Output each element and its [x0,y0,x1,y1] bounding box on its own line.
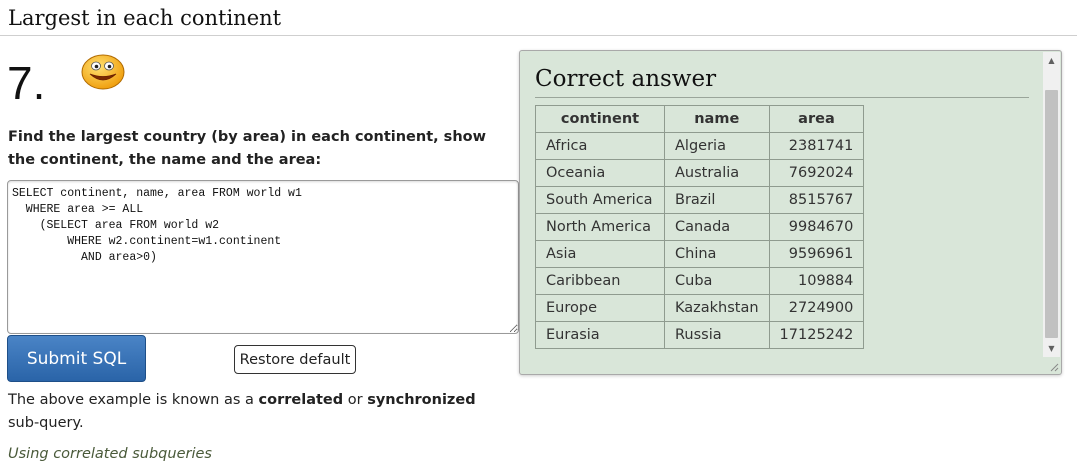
cell-name: Cuba [664,267,770,295]
resize-grip-icon[interactable] [1049,362,1059,372]
submit-sql-button[interactable]: Submit SQL [7,335,146,382]
cell-continent: South America [535,186,665,214]
table-row: North America Canada 9984670 [535,213,865,241]
answer-divider [535,97,1029,98]
cell-continent: Africa [535,132,665,160]
cell-name: Algeria [664,132,770,160]
term-correlated: correlated [258,392,344,408]
sql-editor[interactable]: SELECT continent, name, area FROM world … [7,180,519,334]
cell-area: 2381741 [768,132,865,160]
cell-continent: Asia [535,240,665,268]
scroll-up-icon[interactable]: ▲ [1043,52,1060,69]
cell-area: 9984670 [768,213,865,241]
cell-continent: Oceania [535,159,665,187]
restore-default-button[interactable]: Restore default [234,345,356,374]
cell-area: 8515767 [768,186,865,214]
vertical-scrollbar[interactable]: ▲ ▼ [1043,52,1060,357]
cell-name: China [664,240,770,268]
cell-continent: North America [535,213,665,241]
scroll-down-icon[interactable]: ▼ [1043,340,1060,357]
header-continent: continent [535,105,665,133]
cell-continent: Eurasia [535,321,665,349]
table-row: Africa Algeria 2381741 [535,132,865,160]
table-row: Caribbean Cuba 109884 [535,267,865,295]
cell-name: Canada [664,213,770,241]
page-title: Largest in each continent [8,6,282,30]
header-area: area [768,105,865,133]
cell-name: Russia [664,321,770,349]
cell-area: 109884 [768,267,865,295]
result-table: continent name area Africa Algeria 2381741… [535,105,865,349]
table-row: Europe Kazakhstan 2724900 [535,294,865,322]
cell-name: Australia [664,159,770,187]
cell-area: 9596961 [768,240,865,268]
table-row: Oceania Australia 7692024 [535,159,865,187]
cell-name: Kazakhstan [664,294,770,322]
table-row: Asia China 9596961 [535,240,865,268]
explanation-note: The above example is known as a correlat… [8,392,476,431]
header-name: name [664,105,770,133]
cell-area: 17125242 [768,321,865,349]
cell-area: 7692024 [768,159,865,187]
title-divider [0,35,1077,36]
table-header-row: continent name area [535,105,865,133]
correct-answer-panel: Correct answer continent name area Afric… [519,50,1062,375]
correlated-subqueries-link[interactable]: Using correlated subqueries [8,446,212,462]
table-row: Eurasia Russia 17125242 [535,321,865,349]
cell-area: 2724900 [768,294,865,322]
smiley-icon [81,54,125,90]
cell-name: Brazil [664,186,770,214]
answer-title: Correct answer [535,66,717,92]
cell-continent: Caribbean [535,267,665,295]
cell-continent: Europe [535,294,665,322]
question-text: Find the largest country (by area) in ea… [8,129,486,168]
question-number: 7. [7,57,46,109]
scroll-thumb[interactable] [1045,90,1058,338]
term-synchronized: synchronized [367,392,476,408]
table-row: South America Brazil 8515767 [535,186,865,214]
